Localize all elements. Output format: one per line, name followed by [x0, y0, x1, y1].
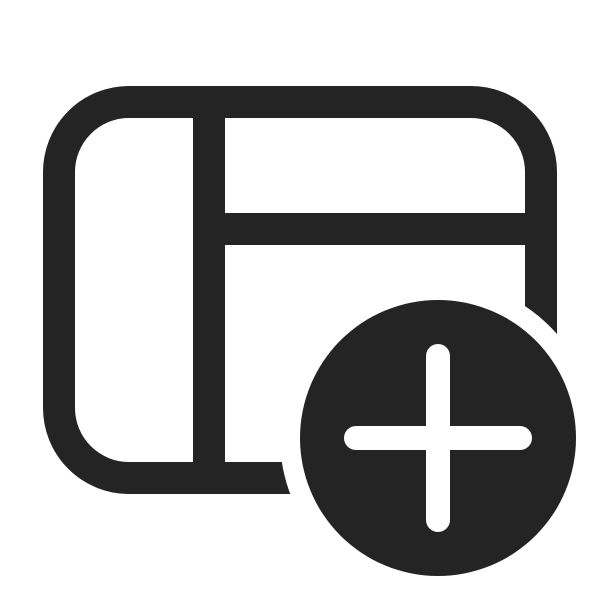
table-column-divider: [193, 102, 225, 478]
add-badge: [300, 300, 576, 576]
icon-canvas: [0, 0, 600, 600]
table-add-icon: [43, 86, 576, 576]
table-row-divider: [209, 213, 541, 245]
